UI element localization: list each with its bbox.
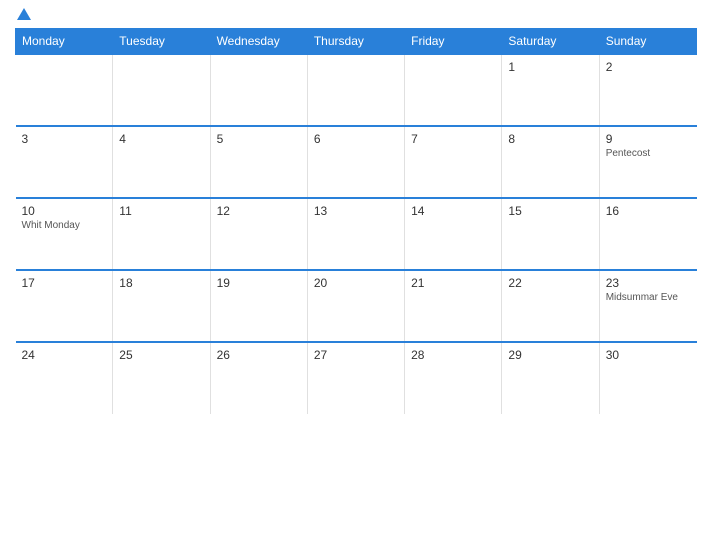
calendar-cell: 2 xyxy=(599,54,696,126)
day-number: 19 xyxy=(217,276,301,290)
calendar-cell: 21 xyxy=(405,270,502,342)
calendar-cell: 9 Pentecost xyxy=(599,126,696,198)
calendar-cell: 22 xyxy=(502,270,599,342)
calendar-cell: 23 Midsummar Eve xyxy=(599,270,696,342)
day-number: 23 xyxy=(606,276,691,290)
day-number: 18 xyxy=(119,276,203,290)
calendar-cell: 30 xyxy=(599,342,696,414)
calendar-cell: 16 xyxy=(599,198,696,270)
day-number: 27 xyxy=(314,348,398,362)
calendar-cell: 7 xyxy=(405,126,502,198)
day-number: 3 xyxy=(22,132,107,146)
calendar-cell: 12 xyxy=(210,198,307,270)
day-number: 15 xyxy=(508,204,592,218)
weekday-header-thursday: Thursday xyxy=(307,29,404,55)
day-number: 12 xyxy=(217,204,301,218)
calendar-cell: 27 xyxy=(307,342,404,414)
day-number: 10 xyxy=(22,204,107,218)
calendar-cell: 29 xyxy=(502,342,599,414)
day-number: 26 xyxy=(217,348,301,362)
weekday-header-saturday: Saturday xyxy=(502,29,599,55)
day-number: 9 xyxy=(606,132,691,146)
calendar-container: MondayTuesdayWednesdayThursdayFridaySatu… xyxy=(0,0,712,550)
calendar-cell: 25 xyxy=(113,342,210,414)
calendar-cell xyxy=(405,54,502,126)
logo xyxy=(15,10,31,20)
calendar-cell: 1 xyxy=(502,54,599,126)
calendar-cell: 26 xyxy=(210,342,307,414)
day-number: 11 xyxy=(119,204,203,218)
calendar-header xyxy=(15,10,697,20)
day-number: 4 xyxy=(119,132,203,146)
day-number: 2 xyxy=(606,60,691,74)
day-number: 24 xyxy=(22,348,107,362)
week-row-3: 10 Whit Monday 11 12 13 14 15 16 xyxy=(16,198,697,270)
calendar-cell: 28 xyxy=(405,342,502,414)
weekday-header-sunday: Sunday xyxy=(599,29,696,55)
day-number: 30 xyxy=(606,348,691,362)
weekday-header-friday: Friday xyxy=(405,29,502,55)
day-number: 14 xyxy=(411,204,495,218)
day-number: 28 xyxy=(411,348,495,362)
calendar-cell xyxy=(16,54,113,126)
weekday-header-tuesday: Tuesday xyxy=(113,29,210,55)
day-number: 5 xyxy=(217,132,301,146)
calendar-cell: 11 xyxy=(113,198,210,270)
day-number: 16 xyxy=(606,204,691,218)
calendar-cell: 15 xyxy=(502,198,599,270)
day-number: 22 xyxy=(508,276,592,290)
logo-triangle-icon xyxy=(17,8,31,20)
calendar-cell: 18 xyxy=(113,270,210,342)
calendar-cell: 13 xyxy=(307,198,404,270)
holiday-label: Midsummar Eve xyxy=(606,292,691,303)
holiday-label: Pentecost xyxy=(606,148,691,159)
day-number: 25 xyxy=(119,348,203,362)
calendar-cell: 10 Whit Monday xyxy=(16,198,113,270)
holiday-label: Whit Monday xyxy=(22,220,107,231)
day-number: 13 xyxy=(314,204,398,218)
day-number: 8 xyxy=(508,132,592,146)
calendar-cell xyxy=(307,54,404,126)
calendar-cell: 3 xyxy=(16,126,113,198)
day-number: 7 xyxy=(411,132,495,146)
calendar-cell: 24 xyxy=(16,342,113,414)
calendar-cell: 4 xyxy=(113,126,210,198)
day-number: 17 xyxy=(22,276,107,290)
weekday-header-row: MondayTuesdayWednesdayThursdayFridaySatu… xyxy=(16,29,697,55)
calendar-table: MondayTuesdayWednesdayThursdayFridaySatu… xyxy=(15,28,697,414)
weekday-header-wednesday: Wednesday xyxy=(210,29,307,55)
day-number: 6 xyxy=(314,132,398,146)
day-number: 1 xyxy=(508,60,592,74)
calendar-cell: 6 xyxy=(307,126,404,198)
calendar-cell: 19 xyxy=(210,270,307,342)
calendar-cell: 17 xyxy=(16,270,113,342)
weekday-header-monday: Monday xyxy=(16,29,113,55)
day-number: 20 xyxy=(314,276,398,290)
week-row-1: 12 xyxy=(16,54,697,126)
calendar-cell xyxy=(210,54,307,126)
calendar-cell: 20 xyxy=(307,270,404,342)
calendar-cell: 8 xyxy=(502,126,599,198)
day-number: 29 xyxy=(508,348,592,362)
calendar-cell: 5 xyxy=(210,126,307,198)
week-row-5: 24 25 26 27 28 29 30 xyxy=(16,342,697,414)
calendar-cell: 14 xyxy=(405,198,502,270)
calendar-cell xyxy=(113,54,210,126)
week-row-4: 17 18 19 20 21 22 23 Midsummar Eve xyxy=(16,270,697,342)
day-number: 21 xyxy=(411,276,495,290)
week-row-2: 3456789 Pentecost xyxy=(16,126,697,198)
